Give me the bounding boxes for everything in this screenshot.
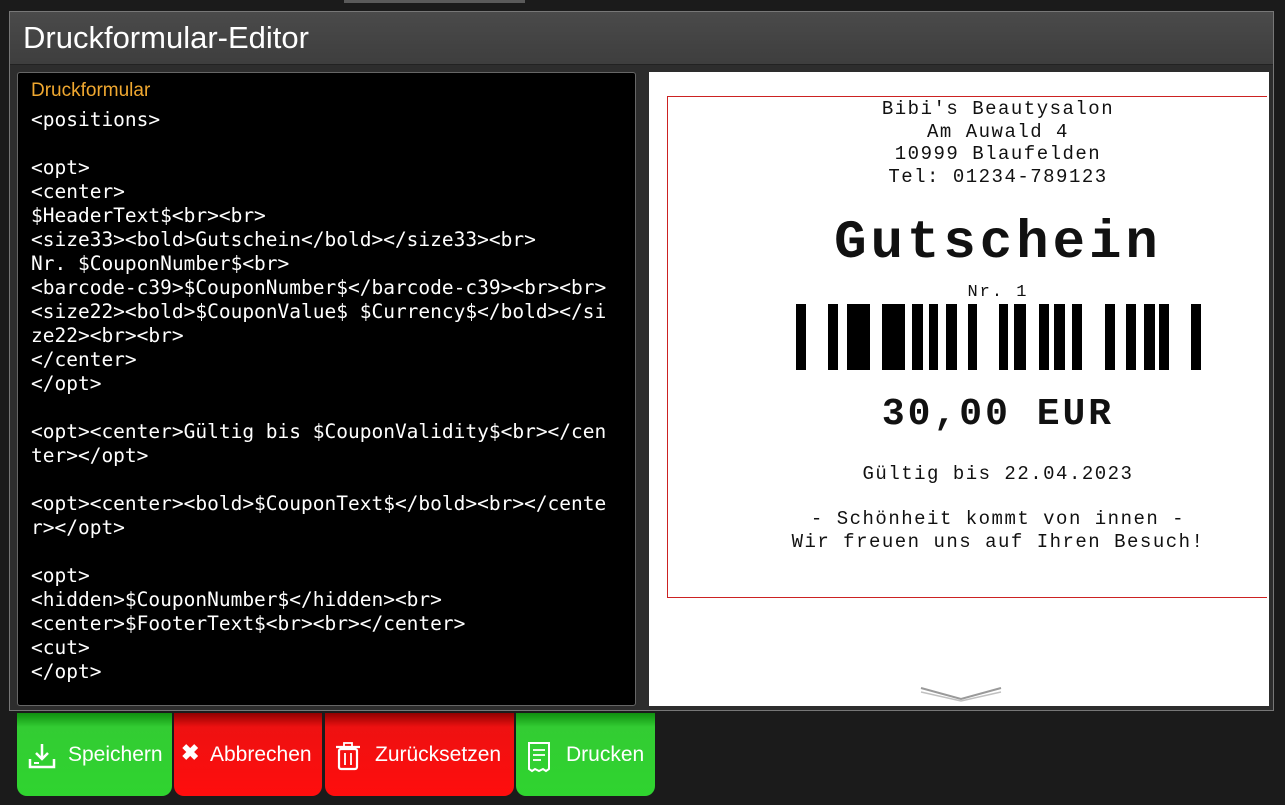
reset-button-label: Zurücksetzen [375,743,502,766]
header-line: Bibi's Beautysalon [881,98,1115,120]
save-button[interactable]: Speichern [17,713,172,796]
barcode-image [796,304,1201,370]
form-editor-panel[interactable]: Druckformular <positions> <opt> <center>… [17,72,636,706]
coupon-number: Nr. 1 [967,283,1029,302]
receipt-preview: Bibi's Beautysalon Am Auwald 4 10999 Bla… [667,96,1267,598]
coupon-value: 30,00 EUR [881,393,1115,436]
print-button[interactable]: Drucken [516,713,655,796]
close-icon: ✖ [181,740,200,765]
cancel-button-label: Abbrechen [210,743,312,766]
header-line: 10999 Blaufelden [894,143,1102,165]
editor-dialog: Druckformular-Editor Druckformular <posi… [9,11,1274,711]
reset-button[interactable]: Zurücksetzen [325,713,514,796]
print-button-label: Drucken [566,743,645,766]
form-code-textarea[interactable]: <positions> <opt> <center> $HeaderText$<… [31,108,616,684]
download-icon [28,744,56,769]
save-button-label: Speichern [68,743,163,766]
dialog-title: Druckformular-Editor [23,20,309,55]
print-preview-panel[interactable]: Bibi's Beautysalon Am Auwald 4 10999 Bla… [649,72,1269,706]
receipt-icon [528,742,550,773]
header-line: Am Auwald 4 [927,121,1069,143]
editor-label: Druckformular [31,80,151,101]
validity-line: Gültig bis 22.04.2023 [862,463,1134,485]
header-line: Tel: 01234-789123 [888,166,1108,188]
trash-icon [336,742,360,771]
chevron-down-icon[interactable] [919,686,1003,702]
coupon-title: Gutschein [834,213,1162,274]
cancel-button[interactable]: ✖ Abbrechen [174,713,322,796]
coupon-text-line: - Schönheit kommt von innen - [810,508,1186,530]
top-tab-indicator [344,0,525,3]
coupon-text-line: Wir freuen uns auf Ihren Besuch! [791,531,1205,553]
title-bar: Druckformular-Editor [10,12,1273,65]
